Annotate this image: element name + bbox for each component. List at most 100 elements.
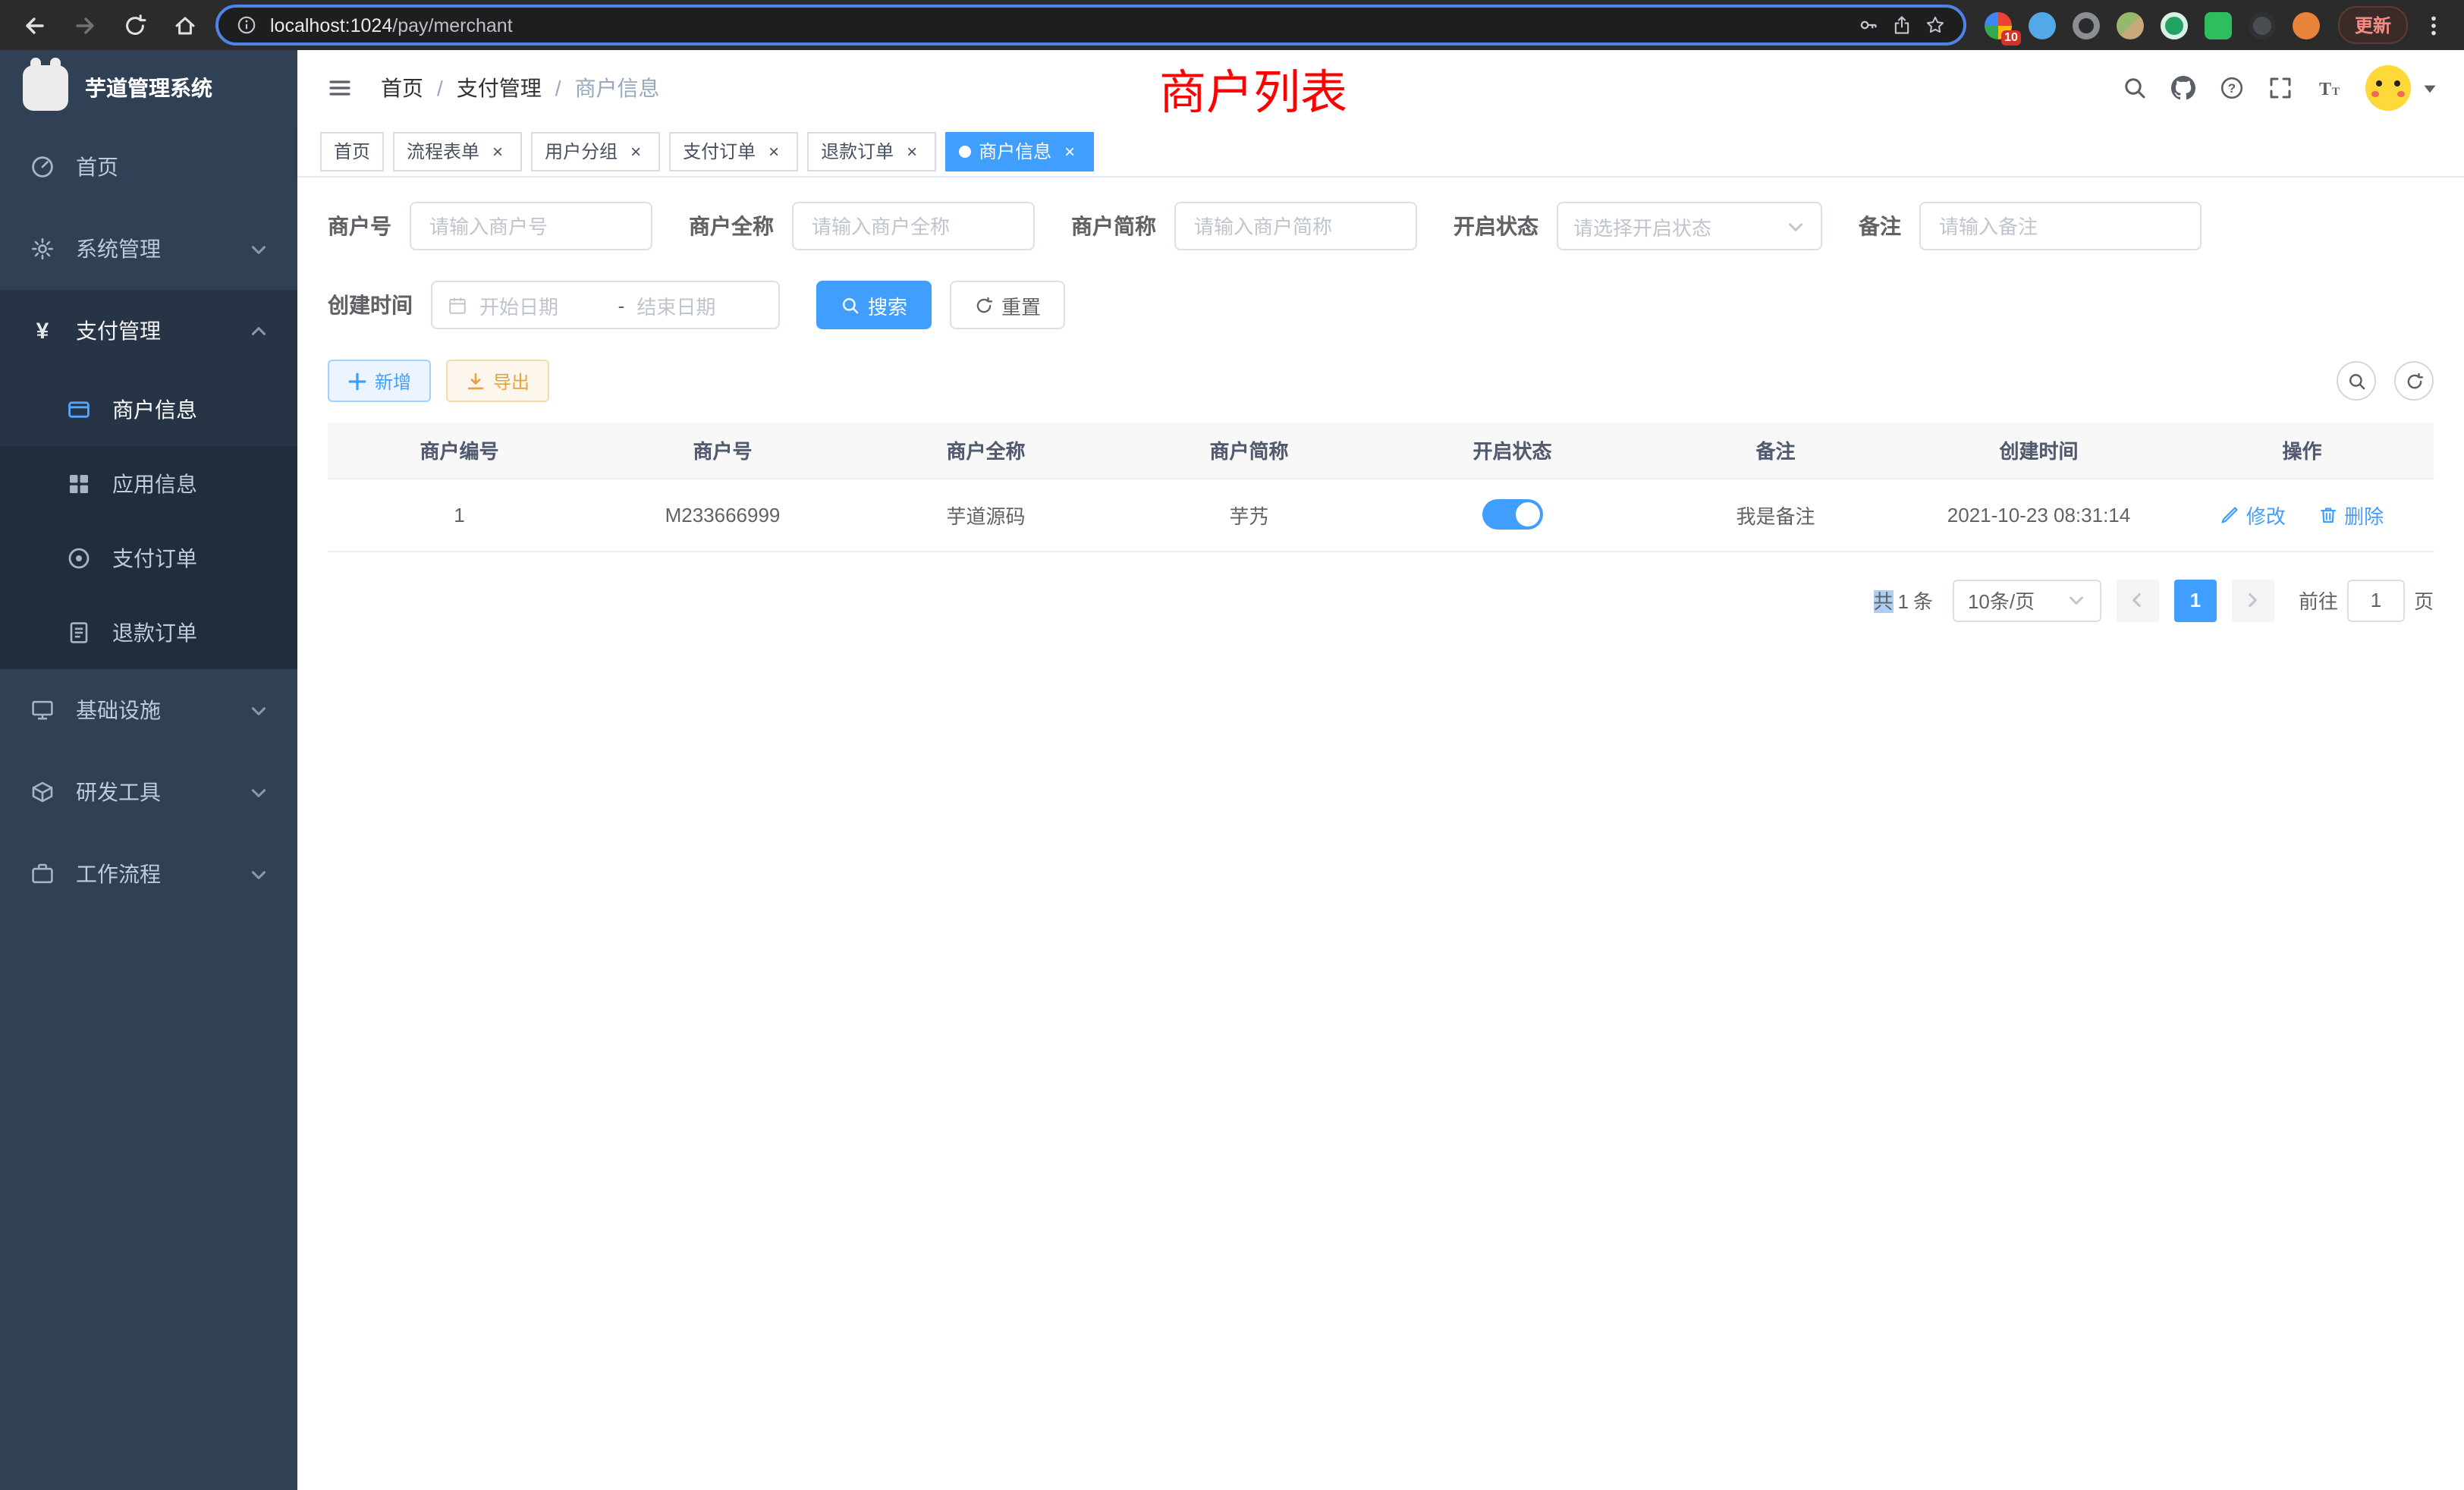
extensions-area: 10 (1977, 10, 2327, 40)
next-page-button[interactable] (2232, 579, 2274, 621)
goto-unit: 页 (2414, 586, 2434, 615)
sidebar-item-home[interactable]: 首页 (0, 126, 297, 208)
bookmark-star-icon[interactable] (1925, 15, 1945, 35)
close-icon[interactable]: × (625, 140, 646, 162)
close-icon[interactable]: × (487, 140, 508, 162)
delete-button[interactable]: 删除 (2318, 500, 2384, 529)
page-size-select[interactable]: 10条/页 (1953, 579, 2101, 621)
edit-button[interactable]: 修改 (2220, 500, 2286, 529)
search-button[interactable]: 搜索 (816, 281, 932, 329)
search-icon[interactable] (2123, 76, 2147, 100)
font-size-icon[interactable]: TT (2317, 76, 2341, 100)
add-button[interactable]: 新增 (328, 360, 431, 402)
page-1-button[interactable]: 1 (2174, 579, 2217, 621)
breadcrumb-payment[interactable]: 支付管理 (457, 73, 542, 103)
key-icon[interactable] (1859, 15, 1878, 35)
user-avatar[interactable] (2365, 65, 2440, 111)
tab-pay-order[interactable]: 支付订单 × (669, 131, 798, 171)
url-text: localhost:1024/pay/merchant (270, 14, 513, 36)
page-info-icon[interactable] (237, 15, 256, 35)
app-logo[interactable]: 芋道管理系统 (0, 50, 297, 126)
sidebar-item-workflow[interactable]: 工作流程 (0, 833, 297, 915)
date-end-placeholder: 结束日期 (636, 291, 763, 319)
col-status: 开启状态 (1381, 423, 1644, 478)
extension-puzzle-icon[interactable] (2247, 10, 2277, 40)
extension-avatar-icon[interactable] (2115, 10, 2145, 40)
cell-remark: 我是备注 (1644, 478, 1907, 551)
tab-home[interactable]: 首页 (320, 131, 384, 171)
full-name-input[interactable] (792, 202, 1035, 250)
browser-chrome: localhost:1024/pay/merchant 10 (0, 0, 2464, 50)
hamburger-icon[interactable] (322, 70, 358, 106)
extension-green-ring-icon[interactable] (2159, 10, 2189, 40)
profile-avatar[interactable] (2291, 10, 2321, 40)
breadcrumb-current: 商户信息 (575, 73, 660, 103)
sidebar-item-pay-order[interactable]: 支付订单 (0, 520, 297, 595)
yen-icon: ¥ (29, 318, 56, 344)
sidebar-item-label: 商户信息 (112, 394, 197, 424)
status-toggle[interactable] (1482, 499, 1543, 530)
merchant-no-input[interactable] (410, 202, 652, 250)
tab-label: 首页 (334, 138, 370, 164)
goto-page-input[interactable] (2347, 579, 2405, 621)
top-navbar: 首页 / 支付管理 / 商户信息 商户列表 ? (297, 50, 2464, 126)
extension-green-square-icon[interactable] (2203, 10, 2233, 40)
home-icon[interactable] (165, 5, 205, 45)
sidebar-item-label: 支付订单 (112, 542, 197, 573)
extension-pinwheel-icon[interactable]: 10 (1983, 10, 2013, 40)
sidebar-item-dev-tools[interactable]: 研发工具 (0, 751, 297, 833)
extension-drop-icon[interactable] (2027, 10, 2057, 40)
back-icon[interactable] (15, 5, 55, 45)
sidebar-item-app-info[interactable]: 应用信息 (0, 446, 297, 520)
reload-icon[interactable] (115, 5, 155, 45)
remark-input[interactable] (1919, 202, 2202, 250)
sidebar-item-payment[interactable]: ¥ 支付管理 (0, 290, 297, 372)
short-name-input[interactable] (1174, 202, 1417, 250)
status-select[interactable]: 请选择开启状态 (1557, 202, 1822, 250)
close-icon[interactable]: × (763, 140, 784, 162)
tab-refund-order[interactable]: 退款订单 × (807, 131, 936, 171)
gear-icon (29, 237, 56, 261)
sidebar-item-system[interactable]: 系统管理 (0, 208, 297, 290)
reset-button-label: 重置 (1001, 291, 1041, 319)
breadcrumb-separator: / (437, 76, 443, 100)
toggle-search-button[interactable] (2337, 361, 2376, 401)
merchant-no-label: 商户号 (328, 211, 391, 241)
filter-status: 开启状态 请选择开启状态 (1454, 202, 1822, 250)
page-size-value: 10条/页 (1968, 586, 2035, 615)
fullscreen-icon[interactable] (2268, 76, 2293, 100)
help-icon[interactable]: ? (2220, 76, 2244, 100)
edit-button-label: 修改 (2246, 500, 2286, 529)
tab-process-form[interactable]: 流程表单 × (393, 131, 522, 171)
url-bar[interactable]: localhost:1024/pay/merchant (215, 5, 1966, 46)
extension-dark-ring-icon[interactable] (2071, 10, 2101, 40)
chevron-down-icon (249, 700, 269, 720)
app-title: 芋道管理系统 (85, 73, 212, 103)
chevron-down-icon (1786, 216, 1806, 236)
active-tab-dot (959, 145, 971, 157)
tab-bar: 首页 流程表单 × 用户分组 × 支付订单 × 退款订单 × (297, 126, 2464, 178)
refresh-table-button[interactable] (2394, 361, 2434, 401)
reset-button[interactable]: 重置 (950, 281, 1065, 329)
date-range-picker[interactable]: 开始日期 - 结束日期 (431, 281, 780, 329)
document-icon (65, 620, 93, 644)
extension-badge: 10 (2001, 30, 2021, 45)
share-icon[interactable] (1892, 15, 1912, 35)
close-icon[interactable]: × (901, 140, 922, 162)
export-button-label: 导出 (493, 368, 530, 394)
sidebar-item-infrastructure[interactable]: 基础设施 (0, 669, 297, 751)
breadcrumb-home[interactable]: 首页 (381, 73, 423, 103)
payment-submenu: 商户信息 应用信息 支付订单 (0, 372, 297, 669)
browser-menu-icon[interactable] (2418, 13, 2449, 37)
tab-user-group[interactable]: 用户分组 × (531, 131, 660, 171)
sidebar-item-refund-order[interactable]: 退款订单 (0, 595, 297, 669)
prev-page-button[interactable] (2117, 579, 2159, 621)
close-icon[interactable]: × (1059, 140, 1080, 162)
sidebar-item-merchant-info[interactable]: 商户信息 (0, 372, 297, 446)
current-page-number: 1 (2190, 589, 2201, 611)
export-button[interactable]: 导出 (446, 360, 549, 402)
github-icon[interactable] (2171, 76, 2195, 100)
update-button[interactable]: 更新 (2338, 6, 2408, 44)
forward-icon[interactable] (65, 5, 105, 45)
tab-merchant-info[interactable]: 商户信息 × (945, 131, 1094, 171)
